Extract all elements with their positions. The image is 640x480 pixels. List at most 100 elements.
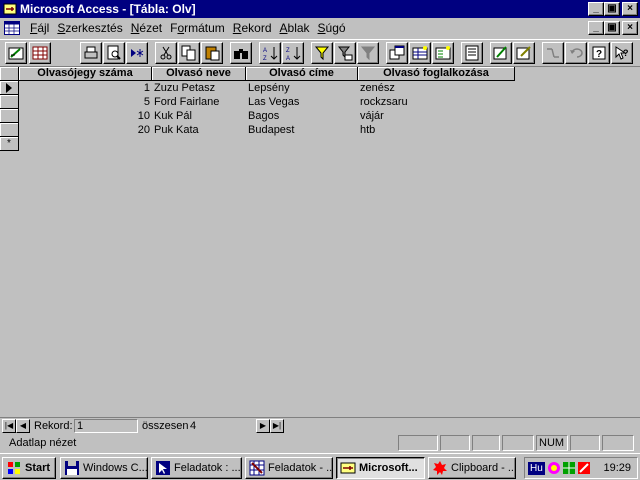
cell-reader-occupation[interactable]: htb [358, 123, 515, 137]
paste-button[interactable] [201, 42, 223, 64]
cell-reader-occupation[interactable]: rockzsaru [358, 95, 515, 109]
build-button[interactable] [513, 42, 535, 64]
design-view-button[interactable] [5, 42, 27, 64]
find-button[interactable] [230, 42, 252, 64]
clock: 19:29 [603, 462, 631, 474]
status-panel [602, 435, 634, 451]
cell-card-number[interactable]: 1 [19, 81, 152, 95]
cell-reader-address[interactable]: Bagos [246, 109, 358, 123]
network-tray-icon[interactable] [562, 460, 576, 476]
num-lock-indicator: NUM [536, 435, 568, 451]
cell-reader-address[interactable]: Las Vegas [246, 95, 358, 109]
column-header-card-number[interactable]: Olvasójegy száma [19, 67, 152, 81]
new-object-button[interactable] [409, 42, 431, 64]
row-selector-current[interactable] [0, 81, 19, 95]
last-record-button[interactable]: ▶| [270, 419, 284, 433]
first-record-button[interactable]: |◀ [2, 419, 16, 433]
horizontal-scrollbar[interactable] [288, 419, 640, 433]
row-selector[interactable] [0, 123, 19, 137]
doc-minimize-button[interactable]: _ [588, 21, 604, 35]
cell-card-number[interactable]: 20 [19, 123, 152, 137]
new-row-selector[interactable]: * [0, 137, 19, 151]
database-window-icon [389, 45, 405, 60]
cell-reader-name[interactable]: Zuzu Petasz [152, 81, 246, 95]
status-panel [472, 435, 500, 451]
cell-reader-name[interactable]: Kuk Pál [152, 109, 246, 123]
doc-close-button[interactable]: × [622, 21, 638, 35]
menu-format[interactable]: Formátum [166, 21, 229, 35]
autoform-icon [435, 46, 451, 60]
cell-card-number[interactable]: 10 [19, 109, 152, 123]
language-indicator[interactable]: Hu [528, 461, 545, 475]
cell-reader-name[interactable]: Puk Kata [152, 123, 246, 137]
column-header-reader-occupation[interactable]: Olvasó foglalkozása [358, 67, 515, 81]
new-table-icon [412, 46, 428, 60]
task-feladatok-2[interactable]: Feladatok - ... [245, 457, 333, 479]
properties-icon [465, 45, 479, 61]
cell-reader-occupation[interactable]: zenész [358, 81, 515, 95]
column-header-reader-name[interactable]: Olvasó neve [152, 67, 246, 81]
svg-text:?: ? [596, 49, 602, 60]
filter-selection-icon [314, 46, 330, 61]
menu-window[interactable]: Ablak [276, 21, 314, 35]
relationships-button[interactable] [542, 42, 564, 64]
maximize-button[interactable]: ▣ [604, 2, 620, 16]
select-all-corner[interactable] [0, 67, 19, 81]
row-selector[interactable] [0, 109, 19, 123]
datasheet-icon [32, 46, 48, 60]
cut-button[interactable] [155, 42, 177, 64]
color-tray-icon[interactable] [547, 460, 561, 476]
filter-by-selection-button[interactable] [311, 42, 333, 64]
datasheet-view-button[interactable] [29, 42, 51, 64]
previous-record-button[interactable]: ◀ [16, 419, 30, 433]
sort-ascending-button[interactable]: AZ [259, 42, 281, 64]
help-question-icon: ? [592, 46, 606, 60]
cell-reader-address[interactable]: Lepsény [246, 81, 358, 95]
record-number-input[interactable]: 1 [74, 419, 138, 433]
menu-help[interactable]: Súgó [314, 21, 350, 35]
status-panel [398, 435, 438, 451]
task-feladatok-1[interactable]: Feladatok : ... [151, 457, 242, 479]
copy-button[interactable] [178, 42, 200, 64]
volume-tray-icon[interactable] [577, 460, 591, 476]
filter-by-form-button[interactable] [334, 42, 356, 64]
cell-card-number[interactable]: 5 [19, 95, 152, 109]
properties-button[interactable] [461, 42, 483, 64]
cell-reader-address[interactable]: Budapest [246, 123, 358, 137]
apply-filter-button[interactable] [357, 42, 379, 64]
database-window-button[interactable] [386, 42, 408, 64]
cell-reader-name[interactable]: Ford Fairlane [152, 95, 246, 109]
window-title-bar[interactable]: Microsoft Access - [Tábla: Olv] _ ▣ × [0, 0, 640, 18]
svg-text:Z: Z [263, 56, 267, 61]
whats-this-button[interactable]: ? [611, 42, 633, 64]
autoform-button[interactable] [432, 42, 454, 64]
minimize-button[interactable]: _ [588, 2, 604, 16]
close-button[interactable]: × [622, 2, 638, 16]
datasheet-grid: Olvasójegy száma Olvasó neve Olvasó címe… [0, 67, 640, 415]
task-clipboard[interactable]: Clipboard - ... [428, 457, 516, 479]
task-windows-commander[interactable]: Windows C... [60, 457, 148, 479]
doc-restore-button[interactable]: ▣ [604, 21, 620, 35]
start-button[interactable]: Start [2, 457, 56, 479]
undo-button[interactable] [565, 42, 587, 64]
print-button[interactable] [80, 42, 102, 64]
sort-descending-button[interactable]: ZA [282, 42, 304, 64]
print-preview-button[interactable] [103, 42, 125, 64]
menu-view[interactable]: Nézet [127, 21, 166, 35]
menu-file[interactable]: Fájl [26, 21, 53, 35]
next-record-button[interactable]: ▶ [256, 419, 270, 433]
code-button[interactable] [490, 42, 512, 64]
new-record-button[interactable] [126, 42, 148, 64]
menu-record[interactable]: Rekord [229, 21, 276, 35]
task-microsoft-access[interactable]: Microsoft... [336, 457, 425, 479]
office-links-button[interactable]: ? [588, 42, 610, 64]
svg-text:A: A [263, 48, 267, 54]
table-doc-icon[interactable] [4, 21, 20, 35]
record-navigation-bar: |◀ ◀ Rekord: 1 összesen 4 ▶ ▶| [0, 417, 640, 433]
svg-text:Z: Z [286, 48, 290, 54]
cell-reader-occupation[interactable]: vájár [358, 109, 515, 123]
column-header-reader-address[interactable]: Olvasó címe [246, 67, 358, 81]
menu-edit[interactable]: Szerkesztés [53, 21, 126, 35]
row-selector[interactable] [0, 95, 19, 109]
access-key-icon [3, 3, 17, 15]
